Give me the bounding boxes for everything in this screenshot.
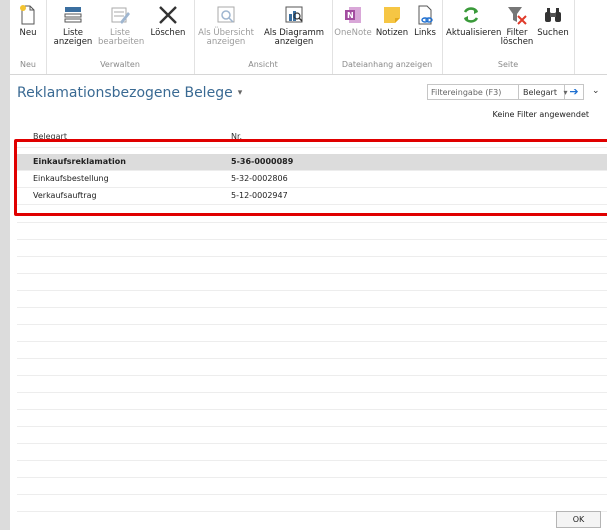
onenote-button[interactable]: N OneNote [334, 4, 372, 38]
delete-x-icon [157, 4, 179, 26]
empty-row [17, 426, 607, 444]
links-label: Links [414, 28, 436, 38]
empty-row [17, 460, 607, 478]
left-sidebar-strip [0, 0, 10, 530]
ribbon: Neu Neu Liste anzeigen Liste bearbeiten … [10, 0, 607, 75]
view-list-label-2: anzeigen [53, 37, 93, 47]
new-document-icon [17, 4, 39, 26]
page-title[interactable]: Reklamationsbezogene Belege ▾ [17, 85, 242, 101]
ribbon-group-seite: Aktualisieren Filter löschen Suchen Seit… [442, 0, 575, 74]
search-label: Suchen [537, 28, 569, 38]
edit-list-icon [109, 4, 131, 26]
filter-field-select[interactable]: Belegart ▾ [519, 84, 568, 100]
highlight-box [14, 139, 607, 216]
empty-row [17, 324, 607, 342]
binoculars-icon [542, 4, 564, 26]
empty-row [17, 307, 607, 325]
show-as-overview-button[interactable]: Als Übersicht anzeigen [197, 4, 255, 47]
new-button-label: Neu [19, 28, 37, 38]
edit-list-button[interactable]: Liste bearbeiten [98, 4, 145, 47]
ribbon-group-neu: Neu Neu [10, 0, 47, 74]
filter-input[interactable]: Filtereingabe (F3) [427, 84, 519, 100]
onenote-icon: N [342, 4, 364, 26]
apply-filter-arrow-icon[interactable]: ➔ [565, 84, 584, 100]
empty-row [17, 392, 607, 410]
group-label-seite: Seite [497, 60, 519, 69]
group-label-neu: Neu [20, 60, 36, 69]
filter-field-value: Belegart [523, 88, 557, 97]
overview-icon [215, 4, 237, 26]
page-title-text: Reklamationsbezogene Belege [17, 85, 233, 101]
onenote-label: OneNote [334, 28, 372, 38]
notes-button[interactable]: Notizen [374, 4, 410, 38]
collapse-chevron-icon[interactable]: ⌄ [592, 86, 600, 96]
empty-row [17, 409, 607, 427]
empty-row [17, 443, 607, 461]
title-dropdown-icon: ▾ [237, 88, 243, 98]
ribbon-group-dateianhang: N OneNote Notizen Links Dateianhang anze… [332, 0, 443, 74]
group-label-verwalten: Verwalten [100, 60, 140, 69]
clear-filter-icon [506, 4, 528, 26]
empty-row [17, 494, 607, 512]
chart-label-2: anzeigen [274, 37, 314, 47]
list-view-icon [62, 4, 84, 26]
empty-row [17, 341, 607, 359]
edit-list-label-2: bearbeiten [98, 37, 145, 47]
no-filter-status: Keine Filter angewendet [492, 110, 589, 119]
group-label-ansicht: Ansicht [248, 60, 278, 69]
clear-filter-label-2: löschen [500, 37, 534, 47]
refresh-button[interactable]: Aktualisieren [446, 4, 502, 38]
empty-row [17, 290, 607, 308]
sticky-note-icon [381, 4, 403, 26]
delete-button[interactable]: Löschen [146, 4, 190, 38]
empty-row [17, 375, 607, 393]
links-button[interactable]: Links [412, 4, 438, 38]
empty-row [17, 273, 607, 291]
link-document-icon [414, 4, 436, 26]
new-button[interactable]: Neu [13, 4, 43, 38]
empty-row [17, 477, 607, 495]
refresh-icon [460, 4, 482, 26]
ribbon-group-ansicht: Als Übersicht anzeigen Als Diagramm anze… [194, 0, 333, 74]
view-list-button[interactable]: Liste anzeigen [52, 4, 94, 47]
empty-row [17, 222, 607, 240]
show-as-chart-button[interactable]: Als Diagramm anzeigen [260, 4, 328, 47]
overview-label-2: anzeigen [206, 37, 246, 47]
notes-label: Notizen [375, 28, 409, 38]
ok-button[interactable]: OK [556, 511, 601, 528]
group-label-dateianhang: Dateianhang anzeigen [341, 60, 433, 69]
empty-row [17, 256, 607, 274]
search-button[interactable]: Suchen [536, 4, 570, 38]
empty-row [17, 358, 607, 376]
svg-text:N: N [347, 11, 354, 20]
refresh-label: Aktualisieren [446, 28, 502, 38]
delete-button-label: Löschen [150, 28, 186, 38]
empty-row [17, 239, 607, 257]
clear-filter-button[interactable]: Filter löschen [500, 4, 534, 47]
chart-icon [283, 4, 305, 26]
ribbon-group-verwalten: Liste anzeigen Liste bearbeiten Löschen … [46, 0, 195, 74]
